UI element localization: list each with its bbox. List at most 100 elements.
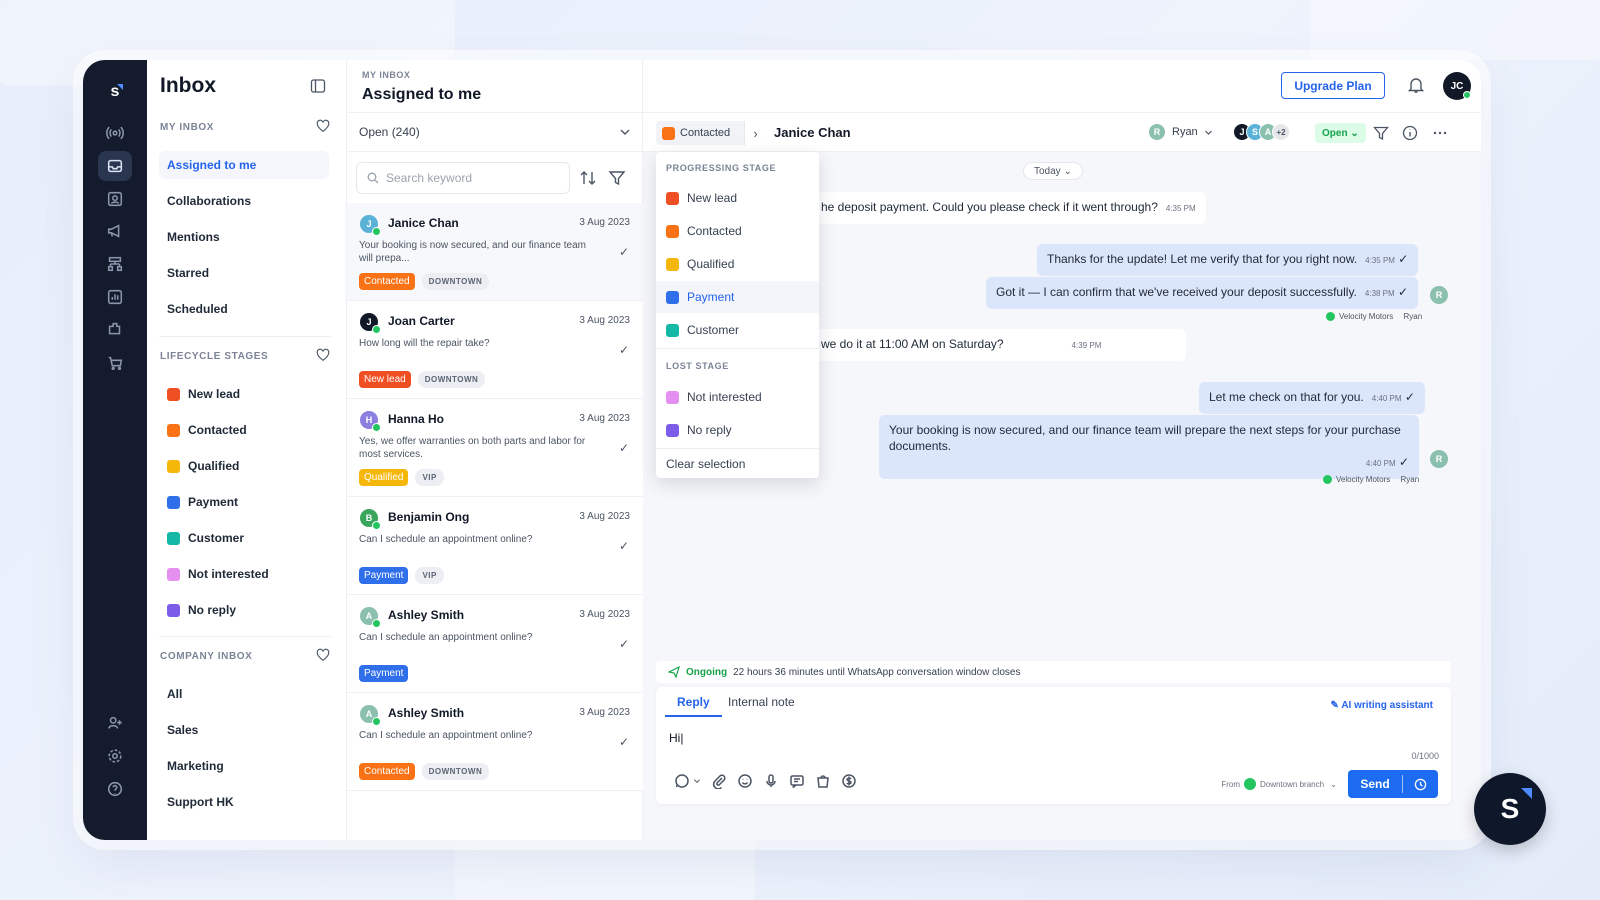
menu-item-payment[interactable]: Payment: [656, 281, 819, 313]
heart-icon[interactable]: [316, 648, 330, 662]
contact-avatar: A: [360, 607, 381, 628]
app-launcher-button[interactable]: S: [1474, 773, 1546, 845]
label-tag: DOWNTOWN: [417, 371, 486, 388]
integrations-icon[interactable]: [98, 315, 132, 345]
conversation-item[interactable]: A Ashley Smith 3 Aug 2023 Can I schedule an…: [347, 693, 643, 791]
tab-internal-note[interactable]: Internal note: [728, 695, 795, 715]
nav-company-sales[interactable]: Sales: [159, 716, 329, 744]
contacts-icon[interactable]: [98, 184, 132, 214]
stage-contacted[interactable]: Contacted: [167, 423, 247, 437]
upgrade-plan-button[interactable]: Upgrade Plan: [1281, 72, 1385, 99]
agent-avatar: R: [1430, 450, 1448, 468]
nav-company-marketing[interactable]: Marketing: [159, 752, 329, 780]
sidebar-collapse-icon[interactable]: [310, 78, 326, 94]
bell-icon[interactable]: [1407, 76, 1425, 94]
nav-scheduled[interactable]: Scheduled: [159, 295, 329, 323]
chat-panel: Upgrade Plan JC Contacted › Janice Chan …: [643, 60, 1481, 840]
whatsapp-badge-icon: [372, 423, 381, 432]
contact-name: Ashley Smith: [388, 608, 465, 622]
stage-no-reply[interactable]: No reply: [167, 603, 236, 617]
contact-name: Janice Chan: [774, 125, 851, 140]
stage-not-interested[interactable]: Not interested: [167, 567, 269, 581]
contact-name: Benjamin Ong: [388, 510, 470, 524]
inbox-icon[interactable]: [98, 151, 132, 181]
emoji-icon[interactable]: [737, 773, 753, 789]
reports-icon[interactable]: [98, 282, 132, 312]
cart-icon[interactable]: [98, 348, 132, 378]
status-filter-dropdown[interactable]: Open (240): [347, 112, 643, 152]
message-input[interactable]: Hi|: [669, 731, 683, 745]
attachment-icon[interactable]: [711, 773, 727, 789]
broadcast-icon[interactable]: [98, 118, 132, 148]
conversation-item[interactable]: B Benjamin Ong 3 Aug 2023 Can I schedule an…: [347, 497, 643, 595]
menu-item-not-interested[interactable]: Not interested: [656, 381, 819, 413]
megaphone-icon[interactable]: [98, 216, 132, 246]
conversation-date: 3 Aug 2023: [579, 609, 630, 620]
clear-selection-button[interactable]: Clear selection: [656, 448, 819, 480]
payment-icon[interactable]: [841, 773, 857, 789]
conversation-list: MY INBOX Assigned to me Open (240) Searc…: [347, 60, 643, 840]
chevron-right-icon[interactable]: ›: [744, 121, 766, 145]
send-button[interactable]: Send: [1348, 770, 1438, 798]
contact-avatar: J: [360, 313, 381, 334]
stage-new-lead[interactable]: New lead: [167, 387, 240, 401]
add-user-icon[interactable]: [98, 708, 132, 738]
whatsapp-channel-selector[interactable]: [674, 773, 701, 789]
tab-reply[interactable]: Reply: [665, 695, 722, 717]
collaborators[interactable]: J S A +2: [1233, 123, 1290, 141]
workflow-icon[interactable]: [98, 249, 132, 279]
heart-icon[interactable]: [316, 119, 330, 133]
settings-icon[interactable]: [98, 741, 132, 771]
menu-item-new-lead[interactable]: New lead: [656, 182, 819, 214]
help-icon[interactable]: [98, 774, 132, 804]
stage-customer[interactable]: Customer: [167, 531, 244, 545]
date-divider[interactable]: Today ⌄: [1023, 162, 1083, 180]
menu-item-no-reply[interactable]: No reply: [656, 414, 819, 446]
conversation-item[interactable]: H Hanna Ho 3 Aug 2023 Yes, we offer warrant…: [347, 399, 643, 497]
chevron-down-icon: [620, 129, 630, 135]
user-avatar[interactable]: JC: [1443, 72, 1471, 100]
nav-assigned-to-me[interactable]: Assigned to me: [159, 151, 329, 179]
menu-item-qualified[interactable]: Qualified: [656, 248, 819, 280]
company-inbox-section-label: COMPANY INBOX: [160, 651, 253, 662]
conversation-window-banner: Ongoing 22 hours 36 minutes until WhatsA…: [656, 661, 1451, 683]
nav-starred[interactable]: Starred: [159, 259, 329, 287]
conversation-item[interactable]: J Janice Chan 3 Aug 2023 Your booking is no…: [347, 203, 643, 301]
conversation-item[interactable]: A Ashley Smith 3 Aug 2023 Can I schedule an…: [347, 595, 643, 693]
from-branch-selector[interactable]: From Downtown branch ⌄: [1221, 778, 1337, 790]
label-tag: VIP: [415, 567, 444, 584]
nav-mentions[interactable]: Mentions: [159, 223, 329, 251]
template-icon[interactable]: [789, 773, 805, 789]
ai-writing-assistant-button[interactable]: ✎ AI writing assistant: [1331, 700, 1433, 711]
sender-meta: Velocity Motors Ryan: [1326, 312, 1422, 321]
read-check-icon: ✓: [618, 637, 629, 651]
menu-item-customer[interactable]: Customer: [656, 314, 819, 346]
menu-item-contacted[interactable]: Contacted: [656, 215, 819, 247]
lifecycle-section-label: LIFECYCLE STAGES: [160, 351, 269, 362]
conversation-header: Contacted › Janice Chan R Ryan J S A +2 …: [643, 112, 1481, 152]
whatsapp-badge-icon: [372, 717, 381, 726]
nav-company-support-hk[interactable]: Support HK: [159, 788, 329, 816]
app-logo[interactable]: s: [99, 76, 131, 108]
conversation-item[interactable]: J Joan Carter 3 Aug 2023 How long will the …: [347, 301, 643, 399]
search-input[interactable]: Search keyword: [356, 162, 570, 194]
lifecycle-stage-menu: PROGRESSING STAGE New lead Contacted Qua…: [656, 152, 819, 478]
more-icon[interactable]: [1432, 125, 1448, 141]
status-open-dropdown[interactable]: Open ⌄: [1315, 123, 1366, 143]
nav-collaborations[interactable]: Collaborations: [159, 187, 329, 215]
shopping-bag-icon[interactable]: [815, 773, 831, 789]
nav-company-all[interactable]: All: [159, 680, 329, 708]
sort-icon[interactable]: [579, 169, 597, 187]
filter-icon[interactable]: [608, 169, 626, 187]
microphone-icon[interactable]: [763, 773, 779, 789]
stage-payment[interactable]: Payment: [167, 495, 238, 509]
heart-icon[interactable]: [316, 348, 330, 362]
filter-icon[interactable]: [1373, 125, 1389, 141]
stage-qualified[interactable]: Qualified: [167, 459, 239, 473]
lifecycle-stage-button[interactable]: Contacted ›: [656, 121, 766, 145]
info-icon[interactable]: [1402, 125, 1418, 141]
assignee-dropdown[interactable]: R Ryan: [1148, 123, 1213, 141]
contact-avatar: B: [360, 509, 381, 530]
schedule-send-icon[interactable]: [1402, 775, 1438, 793]
lifecycle-tag: Contacted: [359, 273, 415, 290]
